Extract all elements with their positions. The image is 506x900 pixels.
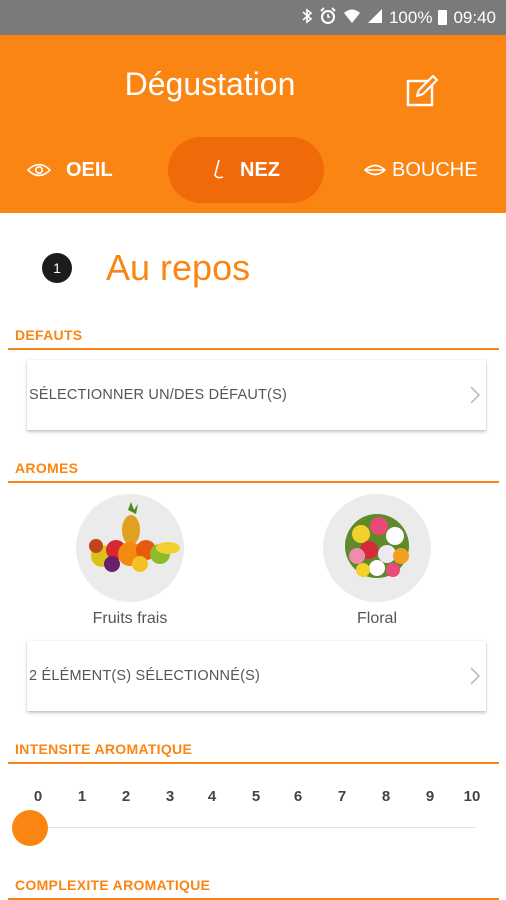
- mouth-icon: [364, 163, 386, 177]
- tab-oeil-label: OEIL: [66, 158, 113, 181]
- aroma-floral[interactable]: Floral: [322, 494, 432, 628]
- section-title: Au repos: [106, 247, 251, 288]
- scale-tick: 8: [381, 788, 391, 805]
- aroma-floral-label: Floral: [356, 610, 397, 627]
- battery-percent: 100%: [388, 7, 433, 27]
- signal-icon: [367, 8, 383, 27]
- status-bar: 100% 09:40: [0, 0, 506, 35]
- alarm-icon: [319, 7, 337, 28]
- defauts-divider: [8, 348, 499, 350]
- tab-nez[interactable]: NEZ: [168, 137, 324, 203]
- intensite-divider: [8, 762, 499, 764]
- aromes-selector-text: 2 ÉLÉMENT(S) SÉLECTIONNÉ(S): [29, 668, 260, 684]
- app-header: Dégustation OEIL NEZ BOUCHE: [0, 35, 506, 213]
- tab-bouche-label: BOUCHE: [392, 158, 478, 181]
- defauts-selector-text: SÉLECTIONNER UN/DES DÉFAUT(S): [29, 387, 287, 403]
- intensity-slider-thumb[interactable]: [12, 810, 48, 846]
- scale-tick: 10: [463, 788, 481, 805]
- tab-bouche[interactable]: BOUCHE: [364, 137, 478, 203]
- intensite-label: INTENSITE AROMATIQUE: [15, 741, 193, 757]
- scale-tick: 5: [251, 788, 261, 805]
- tab-bar: OEIL NEZ BOUCHE: [0, 137, 506, 203]
- intensity-slider-track[interactable]: [30, 827, 476, 828]
- scale-tick: 9: [425, 788, 435, 805]
- step-badge: 1: [42, 253, 72, 283]
- chevron-right-icon: [470, 667, 481, 685]
- scale-tick: 2: [121, 788, 131, 805]
- defauts-selector[interactable]: SÉLECTIONNER UN/DES DÉFAUT(S): [27, 360, 486, 430]
- aromes-selector[interactable]: 2 ÉLÉMENT(S) SÉLECTIONNÉ(S): [27, 641, 486, 711]
- aromes-divider: [8, 481, 499, 483]
- scale-tick: 7: [337, 788, 347, 805]
- scale-tick: 1: [77, 788, 87, 805]
- clock: 09:40: [453, 7, 496, 27]
- eye-icon: [26, 162, 52, 178]
- tab-oeil[interactable]: OEIL: [26, 137, 113, 203]
- page-title: Dégustation: [124, 66, 296, 102]
- aroma-fruits-frais[interactable]: Fruits frais: [75, 494, 185, 628]
- complexite-label: COMPLEXITE AROMATIQUE: [15, 877, 211, 893]
- bluetooth-icon: [301, 8, 313, 27]
- step-indicator: 1: [42, 253, 72, 283]
- fruits-image: [76, 494, 184, 602]
- scale-tick: 4: [207, 788, 217, 805]
- aroma-fruits-frais-label: Fruits frais: [92, 610, 168, 627]
- flowers-image: [323, 494, 431, 602]
- intensity-scale: 0 1 2 3 4 5 6 7 8 9 10: [20, 788, 490, 808]
- wifi-icon: [343, 8, 361, 27]
- tab-nez-label: NEZ: [240, 158, 280, 181]
- chevron-right-icon: [470, 386, 481, 404]
- nose-icon: [212, 159, 226, 181]
- battery-icon: [438, 10, 448, 25]
- defauts-label: DEFAUTS: [15, 327, 83, 343]
- scale-tick: 3: [165, 788, 175, 805]
- scale-tick: 6: [293, 788, 303, 805]
- edit-button[interactable]: [402, 71, 442, 111]
- scale-tick: 0: [33, 788, 43, 805]
- aromes-label: AROMES: [15, 460, 79, 476]
- edit-icon: [406, 74, 439, 107]
